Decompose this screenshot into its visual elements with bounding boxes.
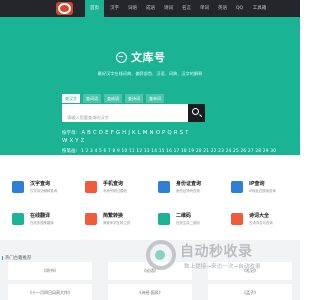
feature-desc: 在线多语种翻译 xyxy=(30,221,54,225)
feature-ip[interactable]: IP查询 IP地址归属地查询 xyxy=(223,172,296,204)
nav-item-qq[interactable]: QQ xyxy=(233,0,246,17)
book-item[interactable]: 《十一月四日风雨大作》 xyxy=(8,284,92,300)
nav-item-home[interactable]: 首页 xyxy=(85,0,104,17)
stroke-index-row: 按笔画: 1 2 3 4 5 6 7 8 9 10 11 12 13 14 15… xyxy=(62,148,276,154)
poetry-icon xyxy=(231,213,243,225)
feature-title: 手机查询 xyxy=(103,181,124,187)
ip-icon xyxy=(231,181,243,193)
stroke-index-links[interactable]: 1 2 3 4 5 6 7 8 9 10 11 12 13 14 15 16 1… xyxy=(81,149,276,154)
nav-item-toolbox[interactable]: 工具箱 xyxy=(249,0,270,17)
brand: 文库号 xyxy=(116,50,166,64)
feature-title: 简繁转换 xyxy=(103,213,124,219)
brand-logo-icon xyxy=(116,51,127,63)
nav-item-yingyu[interactable]: 英语 xyxy=(215,0,230,17)
hanzi-icon xyxy=(12,181,24,193)
feature-desc: 古诗词名句查询 xyxy=(249,221,273,225)
phone-icon xyxy=(85,181,97,193)
tagline: 最好汉字在线词典、偏旁部首、汉语、词典、汉字的解释 xyxy=(97,71,203,76)
feature-title: 身份证查询 xyxy=(176,181,202,187)
letter-index-links[interactable]: A B C D E F G H J K L M N O P Q R S T xyxy=(81,130,188,136)
feature-title: IP查询 xyxy=(249,181,265,187)
feature-title: 在线翻译 xyxy=(30,213,51,219)
feature-desc: 身份证号码查询 xyxy=(176,189,200,193)
tab-shici[interactable]: 查诗词 xyxy=(125,94,143,103)
feature-desc: IP地址归属地查询 xyxy=(249,189,276,193)
qrcode-icon xyxy=(158,213,170,225)
book-item[interactable]: 《尚书》 xyxy=(8,262,92,280)
tab-hanzi[interactable]: 查汉字 xyxy=(62,94,80,103)
brand-name: 文库号 xyxy=(131,51,166,64)
logo-icon xyxy=(58,3,71,14)
search-box xyxy=(62,104,205,127)
search-icon xyxy=(192,108,199,115)
nav-item-danci[interactable]: 单词 xyxy=(197,0,212,17)
feature-desc: 在线生成二维码 xyxy=(176,221,200,225)
book-item[interactable]: 《诗经·国风》 xyxy=(108,284,192,300)
book-item[interactable]: 《孟子》 xyxy=(208,284,292,300)
feature-title: 汉字查询 xyxy=(30,181,51,187)
letter-index-row: 按字母: A B C D E F G H J K L M N O P Q R S… xyxy=(62,130,189,136)
section-title: 热门古籍推荐 xyxy=(1,255,32,261)
watermark-subtitle: 数上提接→来访一次→自动收录 xyxy=(184,264,261,270)
id-card-icon xyxy=(158,181,170,193)
top-navbar: 首页 汉字 词语 成语 诗词 名言 单词 英语 QQ 工具箱 xyxy=(0,0,300,17)
nav-item-ciyu[interactable]: 词语 xyxy=(125,0,140,17)
watermark-overlay: 自动秒收录 数上提接→来访一次→自动收录 xyxy=(146,238,294,278)
stroke-index-label: 按笔画: xyxy=(62,149,78,154)
feature-id-card[interactable]: 身份证查询 身份证号码查询 xyxy=(150,172,223,204)
search-input[interactable] xyxy=(62,108,190,127)
feature-title: 诗词大全 xyxy=(249,213,270,219)
search-tabs: 查汉字 查词语 查成语 查诗词 查单词 xyxy=(62,94,167,103)
feature-grid: 汉字查询 汉字拆分解释查询 手机查询 手机号码归属地 身份证查询 身份证号码查询… xyxy=(4,172,296,236)
watermark-title: 自动秒收录 xyxy=(180,244,253,260)
tab-ciyu[interactable]: 查词语 xyxy=(83,94,101,103)
tab-danci[interactable]: 查单词 xyxy=(146,94,164,103)
feature-desc: 汉字拆分解释查询 xyxy=(30,189,58,193)
letter-index-row-2: W X Y Z xyxy=(62,138,85,144)
letter-index-label: 按字母: xyxy=(62,131,78,136)
feature-title: 二维码 xyxy=(176,213,192,219)
feature-qrcode[interactable]: 二维码 在线生成二维码 xyxy=(150,204,223,236)
nav-item-shici[interactable]: 诗词 xyxy=(161,0,176,17)
nav-item-mingyan[interactable]: 名言 xyxy=(179,0,194,17)
feature-hanzi[interactable]: 汉字查询 汉字拆分解释查询 xyxy=(4,172,77,204)
feature-convert[interactable]: 简繁转换 简繁体字互转工具 xyxy=(77,204,150,236)
nav-item-hanzi[interactable]: 汉字 xyxy=(107,0,122,17)
convert-icon xyxy=(85,213,97,225)
feature-desc: 简繁体字互转工具 xyxy=(103,221,131,225)
watermark-logo-icon xyxy=(146,240,176,270)
feature-desc: 手机号码归属地 xyxy=(103,189,127,193)
feature-phone[interactable]: 手机查询 手机号码归属地 xyxy=(77,172,150,204)
feature-poetry[interactable]: 诗词大全 古诗词名句查询 xyxy=(223,204,296,236)
nav-item-chengyu[interactable]: 成语 xyxy=(143,0,158,17)
feature-translate[interactable]: 在线翻译 在线多语种翻译 xyxy=(4,204,77,236)
tab-chengyu[interactable]: 查成语 xyxy=(104,94,122,103)
hero-banner: 文库号 最好汉字在线词典、偏旁部首、汉语、词典、汉字的解释 查汉字 查词语 查成… xyxy=(0,17,300,155)
translate-icon xyxy=(12,213,24,225)
search-button[interactable] xyxy=(188,104,205,122)
site-logo[interactable] xyxy=(56,2,73,15)
letter-index-links-2[interactable]: W X Y Z xyxy=(62,138,85,144)
